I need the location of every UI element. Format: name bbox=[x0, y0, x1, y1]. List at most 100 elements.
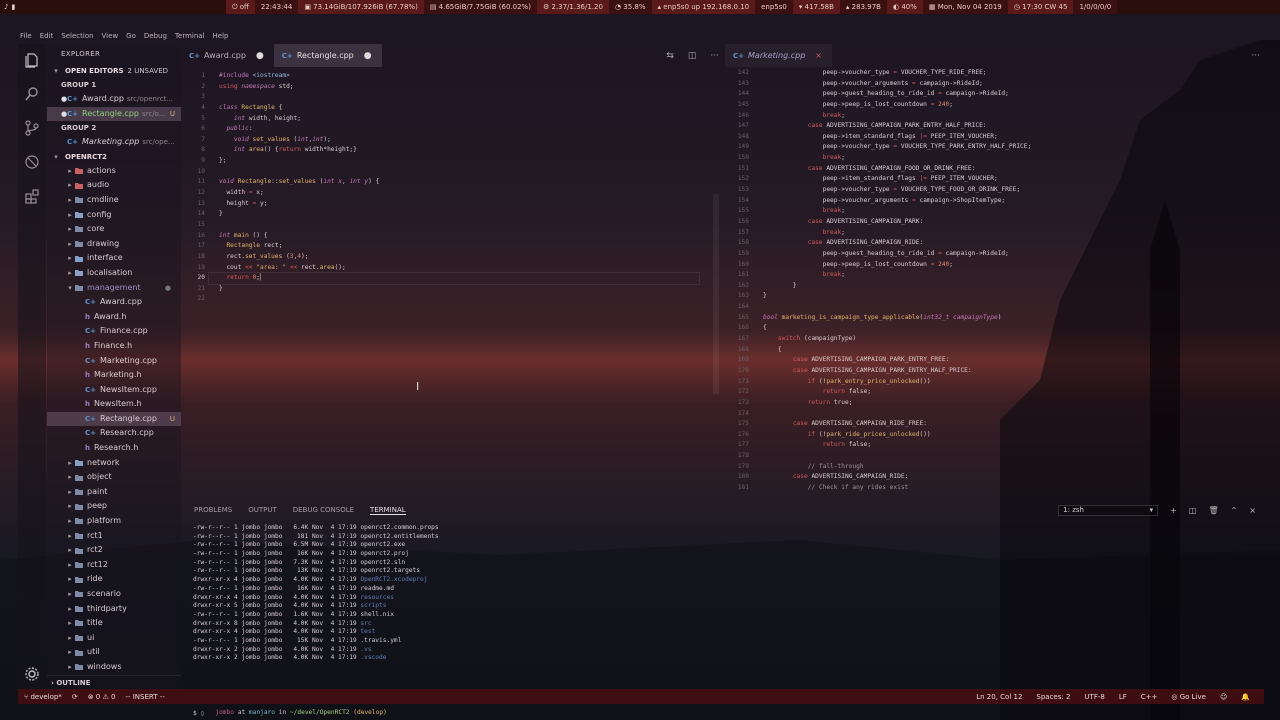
file-item[interactable]: h Finance.h bbox=[47, 339, 181, 354]
folder-ride[interactable]: ▸ ride bbox=[47, 572, 181, 587]
tab-rectangle-cpp[interactable]: C+ Rectangle.cpp ● bbox=[273, 44, 382, 67]
menu-view[interactable]: View bbox=[102, 32, 119, 40]
terminal-input-line[interactable]: $ ▯ bbox=[193, 710, 204, 717]
code-line: int area() {return width*height;} bbox=[233, 146, 357, 154]
outline-header[interactable]: › OUTLINE bbox=[47, 675, 181, 689]
folder-rct1[interactable]: ▸ rct1 bbox=[47, 529, 181, 544]
explorer-icon[interactable] bbox=[23, 52, 41, 70]
cursor-position[interactable]: Ln 20, Col 12 bbox=[976, 693, 1022, 701]
tab-problems[interactable]: PROBLEMS bbox=[194, 506, 232, 514]
encoding[interactable]: UTF-8 bbox=[1084, 693, 1104, 701]
vertical-scrollbar[interactable] bbox=[713, 194, 719, 394]
sync-icon[interactable]: ⟳ bbox=[72, 693, 78, 701]
open-editor-item[interactable]: ● C+ Award.cpp src/openrct... bbox=[47, 92, 181, 107]
folder-ui[interactable]: ▸ ui bbox=[47, 631, 181, 646]
split-terminal-icon[interactable]: ◫ bbox=[1189, 506, 1197, 515]
close-panel-icon[interactable]: × bbox=[1249, 506, 1256, 515]
folder-audio[interactable]: ▸ audio bbox=[47, 178, 181, 193]
eol[interactable]: LF bbox=[1119, 693, 1127, 701]
open-editor-item[interactable]: ● C+ Rectangle.cpp src/o... U bbox=[47, 106, 181, 122]
folder-drawing[interactable]: ▸ drawing bbox=[47, 237, 181, 252]
code-line: } bbox=[763, 292, 767, 300]
file-label: Marketing.cpp bbox=[100, 355, 157, 365]
code-editor[interactable]: 1 #include <iostream> 2 using namespace st… bbox=[181, 71, 723, 501]
code-line: case ADVERTISING_CAMPAIGN_RIDE_FREE: bbox=[792, 420, 927, 428]
bell-icon[interactable]: 🔔 bbox=[1241, 693, 1250, 701]
maximize-panel-icon[interactable]: ⌃ bbox=[1231, 506, 1238, 515]
terminal-output[interactable]: -rw-r--r-- 1 jombo jombo 6.4K Nov 4 17:1… bbox=[193, 524, 439, 663]
file-item[interactable]: h Marketing.h bbox=[47, 368, 181, 383]
folder-thirdparty[interactable]: ▸ thirdparty bbox=[47, 602, 181, 617]
problems-indicator[interactable]: ⊗ 0 ⚠ 0 bbox=[88, 693, 116, 701]
code-line: case ADVERTISING_CAMPAIGN_PARK_ENTRY_HAL… bbox=[807, 122, 987, 130]
extensions-icon[interactable] bbox=[23, 188, 41, 206]
menu-selection[interactable]: Selection bbox=[61, 32, 93, 40]
file-item[interactable]: h Award.h bbox=[47, 310, 181, 325]
folder-title[interactable]: ▸ title bbox=[47, 616, 181, 631]
language-mode[interactable]: C++ bbox=[1141, 693, 1158, 701]
file-item[interactable]: C+ NewsItem.cpp bbox=[47, 383, 181, 398]
split-editor-icon[interactable]: ◫ bbox=[688, 51, 697, 61]
new-terminal-icon[interactable]: + bbox=[1170, 506, 1177, 515]
menu-file[interactable]: File bbox=[20, 32, 32, 40]
project-header[interactable]: ▾ OPENRCT2 bbox=[47, 150, 181, 164]
open-editors-header[interactable]: ▾ OPEN EDITORS 2 UNSAVED bbox=[47, 64, 181, 78]
tab-terminal[interactable]: TERMINAL bbox=[370, 506, 406, 515]
folder-paint[interactable]: ▸ paint bbox=[47, 485, 181, 500]
search-icon[interactable] bbox=[23, 86, 41, 104]
folder-management[interactable]: ▾ management ● bbox=[47, 281, 181, 296]
folder-config[interactable]: ▸ config bbox=[47, 208, 181, 223]
folder-util[interactable]: ▸ util bbox=[47, 645, 181, 660]
more-actions-icon[interactable]: ··· bbox=[710, 51, 719, 61]
open-changes-icon[interactable]: ⇆ bbox=[666, 51, 674, 61]
branch-indicator[interactable]: ⑂ develop* bbox=[24, 693, 62, 701]
folder-windows[interactable]: ▸ windows bbox=[47, 660, 181, 675]
folder-label: title bbox=[87, 618, 103, 628]
folder-interface[interactable]: ▸ interface bbox=[47, 251, 181, 266]
folder-core[interactable]: ▸ core bbox=[47, 222, 181, 237]
close-tab-icon[interactable]: × bbox=[815, 51, 822, 60]
chevron-right-icon: ▸ bbox=[68, 487, 72, 496]
menu-go[interactable]: Go bbox=[126, 32, 136, 40]
terminal-line: -rw-r--r-- 1 jombo jombo 7.3K Nov 4 17:1… bbox=[193, 558, 406, 566]
menu-help[interactable]: Help bbox=[213, 32, 229, 40]
folder-actions[interactable]: ▸ actions bbox=[47, 164, 181, 179]
settings-gear-icon[interactable] bbox=[23, 666, 41, 684]
tab-debug-console[interactable]: DEBUG CONSOLE bbox=[293, 506, 354, 514]
folder-network[interactable]: ▸ network bbox=[47, 456, 181, 471]
more-actions-icon[interactable]: ··· bbox=[1251, 51, 1260, 61]
tab-marketing-cpp[interactable]: C+ Marketing.cpp × bbox=[725, 44, 832, 67]
folder-peep[interactable]: ▸ peep bbox=[47, 499, 181, 514]
tab-award-cpp[interactable]: C+ Award.cpp ● bbox=[181, 44, 274, 67]
file-item[interactable]: C+ Research.cpp bbox=[47, 426, 181, 441]
smiley-feedback-icon[interactable]: ☺ bbox=[1220, 693, 1227, 701]
file-item[interactable]: h Research.h bbox=[47, 441, 181, 456]
folder-scenario[interactable]: ▸ scenario bbox=[47, 587, 181, 602]
folder-rct2[interactable]: ▸ rct2 bbox=[47, 543, 181, 558]
folder-object[interactable]: ▸ object bbox=[47, 470, 181, 485]
debug-icon[interactable] bbox=[23, 154, 41, 172]
menu-edit[interactable]: Edit bbox=[40, 32, 54, 40]
folder-platform[interactable]: ▸ platform bbox=[47, 514, 181, 529]
file-item[interactable]: C+ Marketing.cpp bbox=[47, 354, 181, 369]
file-item[interactable]: C+ Finance.cpp bbox=[47, 324, 181, 339]
line-number: 1 bbox=[201, 72, 205, 79]
file-item[interactable]: h NewsItem.h bbox=[47, 397, 181, 412]
source-control-icon[interactable] bbox=[23, 120, 41, 138]
folder-localisation[interactable]: ▸ localisation bbox=[47, 266, 181, 281]
file-item[interactable]: C+ Award.cpp bbox=[47, 295, 181, 310]
code-editor[interactable]: 142 peep->voucher_type = VOUCHER_TYPE_RI… bbox=[725, 68, 1264, 501]
menu-terminal[interactable]: Terminal bbox=[175, 32, 205, 40]
trash-icon[interactable]: 🗑 bbox=[1208, 506, 1218, 515]
terminal-select[interactable]: 1: zsh ▾ bbox=[1058, 504, 1159, 516]
menu-debug[interactable]: Debug bbox=[144, 32, 167, 40]
folder-rct12[interactable]: ▸ rct12 bbox=[47, 558, 181, 573]
folder-cmdline[interactable]: ▸ cmdline bbox=[47, 193, 181, 208]
tab-output[interactable]: OUTPUT bbox=[248, 506, 277, 514]
file-item[interactable]: C+ Rectangle.cpp U bbox=[47, 411, 181, 427]
tab-label: Award.cpp bbox=[204, 51, 246, 60]
go-live-button[interactable]: ◎ Go Live bbox=[1171, 693, 1206, 701]
open-editor-item[interactable]: C+ Marketing.cpp src/ope... bbox=[47, 135, 181, 150]
terminal-line: -rw-r--r-- 1 jombo jombo 13K Nov 4 17:19… bbox=[193, 567, 420, 575]
indentation[interactable]: Spaces: 2 bbox=[1036, 693, 1070, 701]
